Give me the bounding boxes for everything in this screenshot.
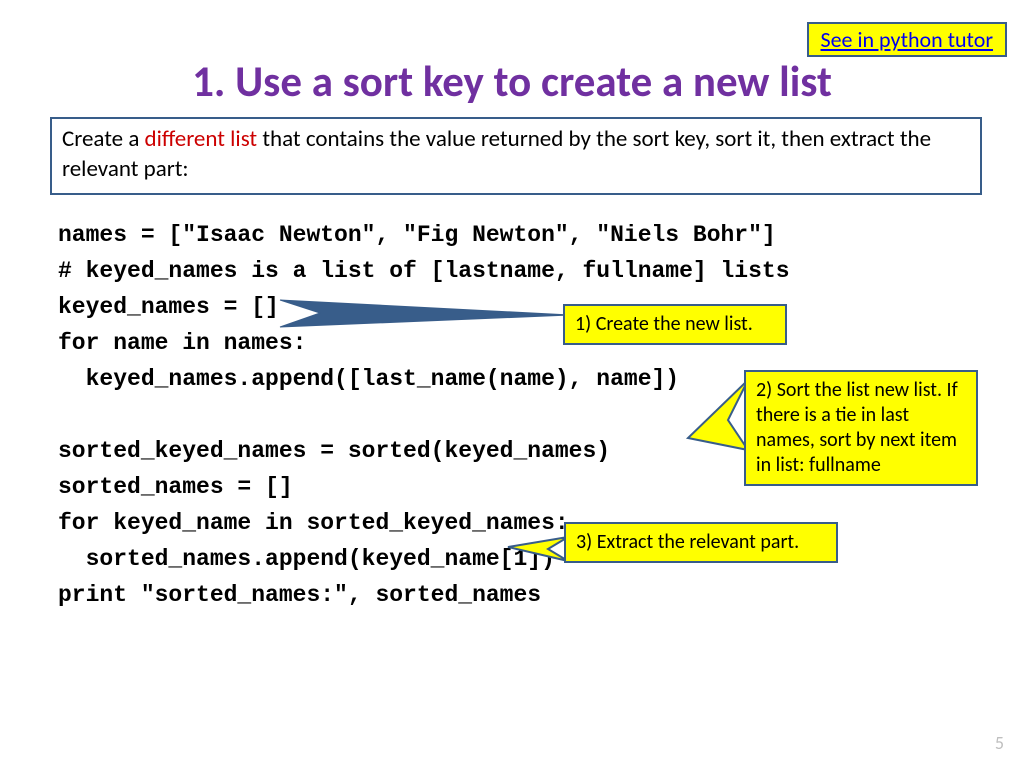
code-line: print "sorted_names:", sorted_names bbox=[58, 582, 541, 608]
code-line: keyed_names = [] bbox=[58, 294, 279, 320]
intro-box: Create a different list that contains th… bbox=[50, 117, 982, 195]
callout-1: 1) Create the new list. bbox=[563, 304, 787, 345]
code-line: sorted_keyed_names = sorted(keyed_names) bbox=[58, 438, 610, 464]
intro-highlight: different list bbox=[145, 125, 258, 153]
code-line: sorted_names.append(keyed_name[1]) bbox=[58, 546, 555, 572]
slide: See in python tutor 1. Use a sort key to… bbox=[0, 0, 1024, 768]
code-line: for name in names: bbox=[58, 330, 306, 356]
callout-2: 2) Sort the list new list. If there is a… bbox=[744, 370, 978, 486]
connector-arrow-1 bbox=[280, 295, 580, 335]
code-line: for keyed_name in sorted_keyed_names: bbox=[58, 510, 569, 536]
intro-pre: Create a bbox=[62, 125, 145, 153]
slide-title: 1. Use a sort key to create a new list bbox=[0, 55, 1024, 108]
code-line: # keyed_names is a list of [lastname, fu… bbox=[58, 258, 790, 284]
python-tutor-link[interactable]: See in python tutor bbox=[807, 22, 1008, 57]
code-line: names = ["Isaac Newton", "Fig Newton", "… bbox=[58, 222, 776, 248]
callout-3: 3) Extract the relevant part. bbox=[564, 522, 838, 563]
page-number: 5 bbox=[995, 732, 1004, 754]
code-line: sorted_names = [] bbox=[58, 474, 293, 500]
code-line: keyed_names.append([last_name(name), nam… bbox=[58, 366, 679, 392]
